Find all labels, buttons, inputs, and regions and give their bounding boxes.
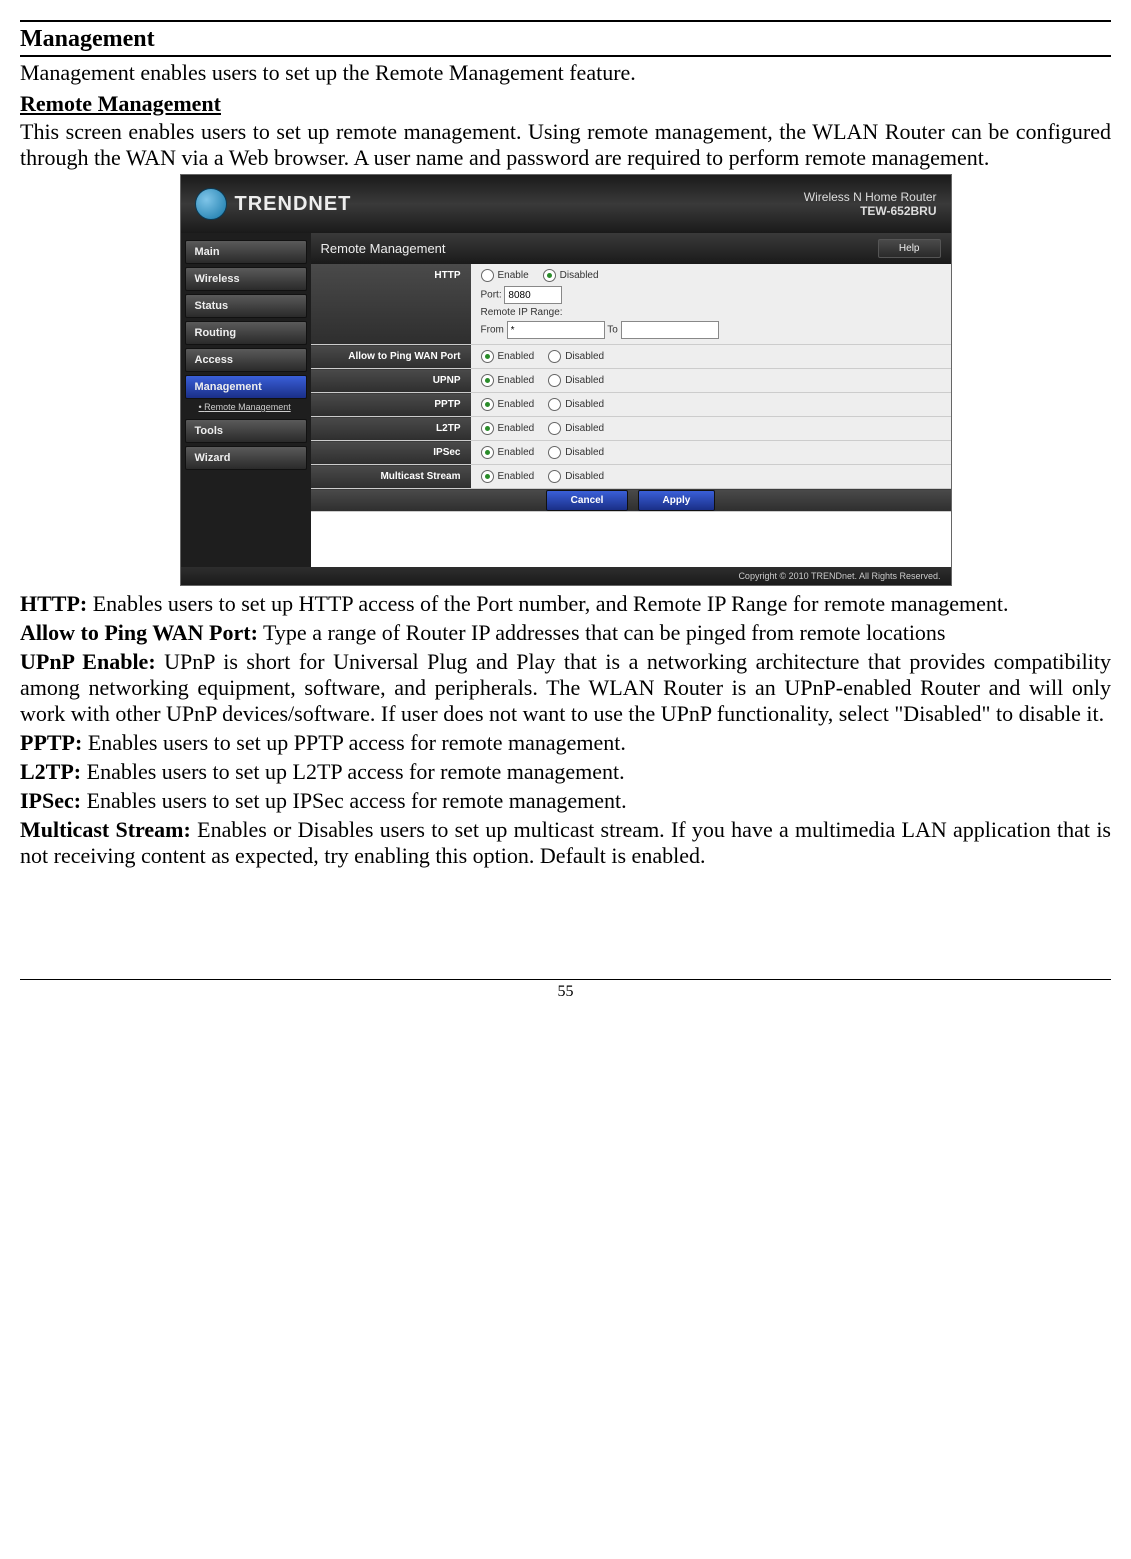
nav-management[interactable]: Management <box>185 375 307 399</box>
ping-enabled-radio[interactable]: Enabled <box>481 350 535 363</box>
router-admin-screenshot: TRENDNET Wireless N Home Router TEW-652B… <box>180 174 952 586</box>
sub-intro-text: This screen enables users to set up remo… <box>20 119 1111 171</box>
pptp-disabled-radio[interactable]: Disabled <box>548 398 604 411</box>
ipsec-disabled-radio[interactable]: Disabled <box>548 446 604 459</box>
row-label-ipsec: IPSec <box>311 441 471 465</box>
apply-button[interactable]: Apply <box>638 490 716 511</box>
http-enable-radio[interactable]: Enable <box>481 269 529 282</box>
logo-icon <box>195 188 227 220</box>
multicast-enabled-radio[interactable]: Enabled <box>481 470 535 483</box>
intro-text: Management enables users to set up the R… <box>20 60 1111 86</box>
nav-tools[interactable]: Tools <box>185 419 307 443</box>
nav-wizard[interactable]: Wizard <box>185 446 307 470</box>
row-label-ping: Allow to Ping WAN Port <box>311 345 471 369</box>
l2tp-enabled-radio[interactable]: Enabled <box>481 422 535 435</box>
def-ping: Allow to Ping WAN Port: Type a range of … <box>20 620 1111 646</box>
page-number: 55 <box>20 983 1111 1001</box>
pptp-enabled-radio[interactable]: Enabled <box>481 398 535 411</box>
l2tp-disabled-radio[interactable]: Disabled <box>548 422 604 435</box>
nav-access[interactable]: Access <box>185 348 307 372</box>
remote-ip-label: Remote IP Range: <box>481 307 941 318</box>
product-line: Wireless N Home Router <box>804 190 937 204</box>
content-whitespace <box>311 512 951 567</box>
section-heading: Management <box>20 24 1111 57</box>
header-product-info: Wireless N Home Router TEW-652BRU <box>804 190 937 218</box>
panel-title: Remote Management <box>321 241 446 256</box>
from-label: From <box>481 325 504 336</box>
footer-copyright: Copyright © 2010 TRENDnet. All Rights Re… <box>181 567 951 585</box>
row-label-upnp: UPNP <box>311 369 471 393</box>
http-port-input[interactable] <box>504 286 562 304</box>
panel-header: Remote Management Help <box>311 233 951 264</box>
to-input[interactable] <box>621 321 719 339</box>
def-pptp: PPTP: Enables users to set up PPTP acces… <box>20 730 1111 756</box>
brand-logo: TRENDNET <box>195 188 352 220</box>
nav-status[interactable]: Status <box>185 294 307 318</box>
row-label-pptp: PPTP <box>311 393 471 417</box>
def-l2tp: L2TP: Enables users to set up L2TP acces… <box>20 759 1111 785</box>
nav-routing[interactable]: Routing <box>185 321 307 345</box>
help-button[interactable]: Help <box>878 239 941 258</box>
multicast-disabled-radio[interactable]: Disabled <box>548 470 604 483</box>
def-ipsec: IPSec: Enables users to set up IPSec acc… <box>20 788 1111 814</box>
nav-management-sub[interactable]: Remote Management <box>185 400 307 416</box>
subheading: Remote Management <box>20 91 1111 117</box>
def-upnp: UPnP Enable: UPnP is short for Universal… <box>20 649 1111 727</box>
to-label: To <box>607 325 618 336</box>
row-label-http: HTTP <box>311 264 471 345</box>
settings-table: HTTP Enable Disabled Port: <box>311 264 951 512</box>
nav-main[interactable]: Main <box>185 240 307 264</box>
http-disabled-radio[interactable]: Disabled <box>543 269 599 282</box>
product-model: TEW-652BRU <box>804 204 937 218</box>
brand-text: TRENDNET <box>235 193 352 216</box>
sidebar-nav: Main Wireless Status Routing Access Mana… <box>181 233 311 567</box>
upnp-enabled-radio[interactable]: Enabled <box>481 374 535 387</box>
cancel-button[interactable]: Cancel <box>546 490 629 511</box>
nav-wireless[interactable]: Wireless <box>185 267 307 291</box>
def-multicast: Multicast Stream: Enables or Disables us… <box>20 817 1111 869</box>
def-http: HTTP: Enables users to set up HTTP acces… <box>20 591 1111 617</box>
header-bar: TRENDNET Wireless N Home Router TEW-652B… <box>181 175 951 233</box>
ipsec-enabled-radio[interactable]: Enabled <box>481 446 535 459</box>
row-label-multicast: Multicast Stream <box>311 465 471 489</box>
ping-disabled-radio[interactable]: Disabled <box>548 350 604 363</box>
port-label: Port: <box>481 290 502 301</box>
upnp-disabled-radio[interactable]: Disabled <box>548 374 604 387</box>
row-label-l2tp: L2TP <box>311 417 471 441</box>
from-input[interactable] <box>507 321 605 339</box>
